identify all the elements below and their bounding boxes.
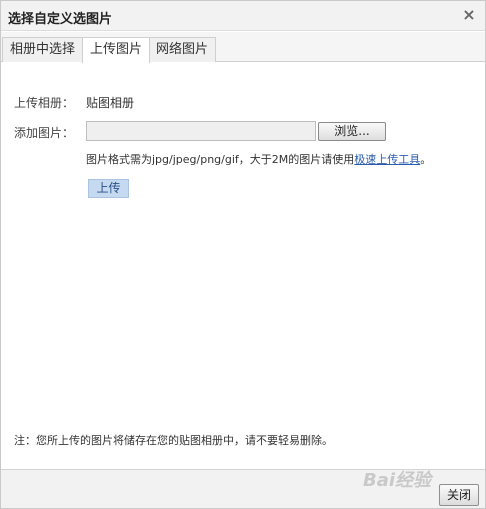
album-value: 贴图相册 — [86, 96, 135, 110]
choose-image-dialog: 选择自定义选图片 × 相册中选择 上传图片 网络图片 上传相册： 贴图相册 添加… — [0, 0, 486, 509]
browse-button[interactable]: 浏览... — [318, 122, 386, 141]
tab-upload-image[interactable]: 上传图片 — [82, 37, 151, 63]
format-hint-text: 图片格式需为jpg/jpeg/png/gif，大于2M的图片请使用 — [86, 153, 355, 166]
format-hint-end: 。 — [420, 153, 432, 166]
album-label: 上传相册： — [14, 96, 75, 110]
close-button[interactable]: 关闭 — [439, 484, 479, 506]
fast-upload-tool-link[interactable]: 极速上传工具 — [354, 153, 420, 166]
add-image-label: 添加图片： — [14, 126, 75, 140]
tab-bar: 相册中选择 上传图片 网络图片 — [1, 32, 485, 63]
dialog-footer: 关闭 — [1, 469, 485, 508]
upload-button[interactable]: 上传 — [88, 179, 129, 198]
tab-web-image[interactable]: 网络图片 — [148, 37, 217, 62]
upload-panel: 上传相册： 贴图相册 添加图片： 浏览... 图片格式需为jpg/jpeg/pn… — [1, 62, 485, 469]
format-hint: 图片格式需为jpg/jpeg/png/gif，大于2M的图片请使用极速上传工具。 — [86, 151, 431, 167]
close-icon[interactable]: × — [461, 6, 477, 24]
storage-note: 注：您所上传的图片将储存在您的贴图相册中，请不要轻易删除。 — [14, 434, 333, 447]
file-path-input[interactable] — [86, 121, 316, 141]
tab-album-select[interactable]: 相册中选择 — [2, 37, 84, 62]
dialog-titlebar: 选择自定义选图片 × — [1, 1, 485, 31]
dialog-title: 选择自定义选图片 — [8, 12, 113, 27]
